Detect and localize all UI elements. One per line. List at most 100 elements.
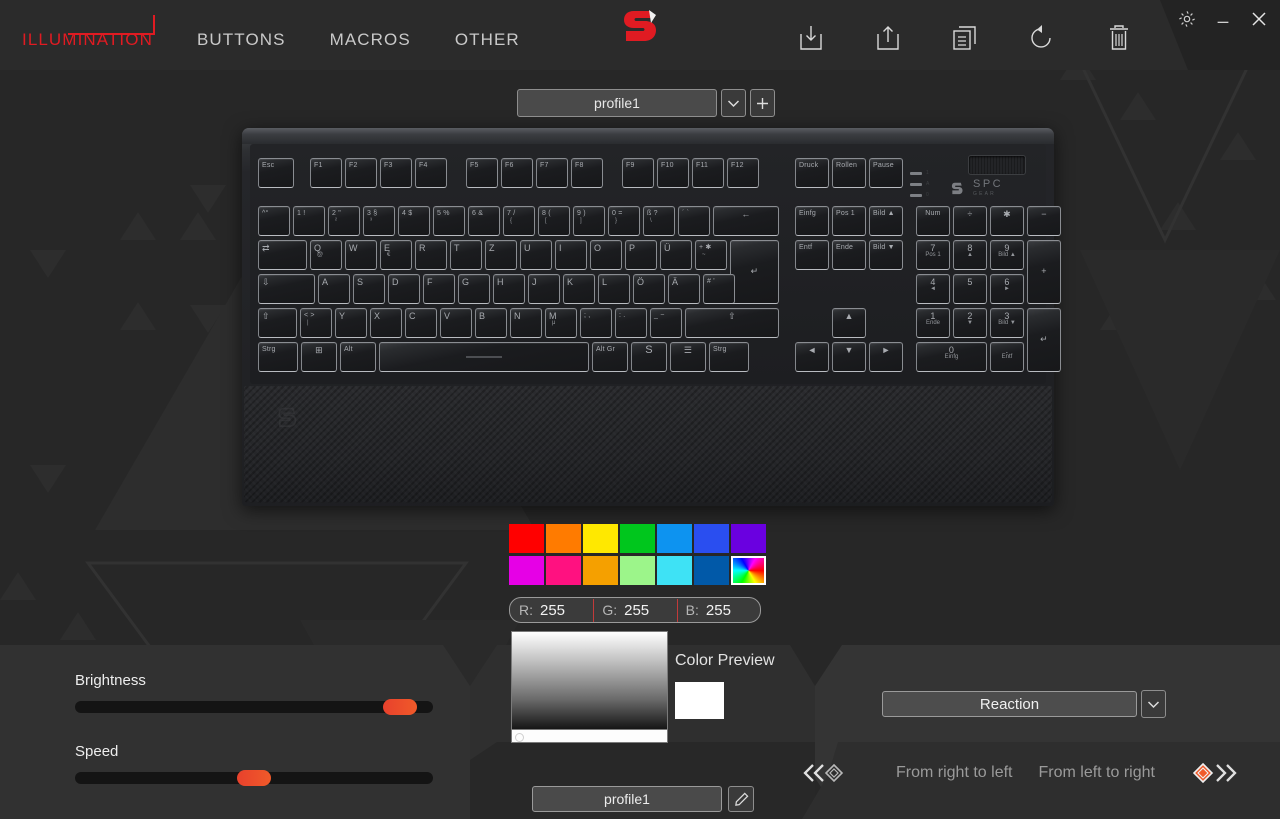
keycap[interactable]: F4 [415,158,447,188]
effect-name-display[interactable]: Reaction [882,691,1137,717]
keycap[interactable]: ⇩ [258,274,315,304]
keycap[interactable]: Ö [633,274,665,304]
keycap[interactable]: C [405,308,437,338]
keycap[interactable]: ✱ [990,206,1024,236]
keycap[interactable]: Ä [668,274,700,304]
keycap[interactable]: 7 Pos 1 [916,240,950,270]
keycap[interactable]: J [528,274,560,304]
color-swatch[interactable] [509,524,544,553]
rgb-blue-field[interactable]: B: 255 [676,598,760,622]
profile-dropdown-button[interactable] [721,89,746,117]
keycap[interactable]: T [450,240,482,270]
keycap[interactable]: Mμ [545,308,577,338]
keycap[interactable]: K [563,274,595,304]
keycap[interactable]: ▼ [832,342,866,372]
keycap[interactable]: 8 ▲ [953,240,987,270]
keycap[interactable]: F12 [727,158,759,188]
keycap[interactable]: Pause [869,158,903,188]
keycap[interactable]: ↵ [730,240,779,304]
keycap[interactable]: < > | [300,308,332,338]
color-swatch[interactable] [546,524,581,553]
export-icon[interactable] [867,18,909,58]
keycap[interactable]: Bild ▲ [869,206,903,236]
keycap[interactable]: ÷ [953,206,987,236]
delete-icon[interactable] [1098,18,1140,58]
keycap[interactable]: F5 [466,158,498,188]
keycap[interactable]: + ✱ ~ [695,240,727,270]
keycap[interactable]: ⇄ [258,240,307,270]
keycap[interactable]: 6 ► [990,274,1024,304]
keycap[interactable]: G [458,274,490,304]
profile-add-button[interactable] [750,89,775,117]
tab-illumination[interactable]: ILLUMINATION [22,15,155,54]
keycap[interactable]: F6 [501,158,533,188]
keycap[interactable]: Ü [660,240,692,270]
keycap[interactable]: N [510,308,542,338]
keycap[interactable]: Y [335,308,367,338]
keycap[interactable]: 3 Bild ▼ [990,308,1024,338]
direction-left-button[interactable] [800,760,844,786]
tab-macros[interactable]: MACROS [330,30,411,54]
keycap[interactable]: V [440,308,472,338]
keycap[interactable]: ^° [258,206,290,236]
keycap[interactable]: Q @ [310,240,342,270]
keyboard-preview[interactable]: 1 A 0 SPC GEAR Esc F1 F2 F3 F4 F5 F6 F7 F8 F9 F10 F… [242,128,1061,506]
keycap[interactable]: P [625,240,657,270]
keycap[interactable]: Alt [340,342,376,372]
pencil-edit-icon[interactable] [728,786,754,812]
keycap[interactable]: Strg [709,342,749,372]
brightness-slider-thumb[interactable] [383,699,417,715]
keycap[interactable]: S [353,274,385,304]
brightness-slider[interactable] [75,699,433,715]
keycap[interactable]: : . [615,308,647,338]
keycap[interactable]: 9 )] [573,206,605,236]
keycap[interactable]: ► [869,342,903,372]
keycap[interactable]: ☰ [670,342,706,372]
color-swatch[interactable] [509,556,544,585]
volume-roller[interactable] [968,155,1026,175]
keycap[interactable]: ; , [580,308,612,338]
speed-slider-thumb[interactable] [237,770,271,786]
keycap[interactable]: F2 [345,158,377,188]
keycap[interactable]: F7 [536,158,568,188]
keycap[interactable]: ⇧ [685,308,779,338]
rgb-green-field[interactable]: G: 255 [593,598,676,622]
keycap[interactable]: D [388,274,420,304]
keycap[interactable]: F8 [571,158,603,188]
settings-gear-icon[interactable] [1176,8,1198,30]
keycap[interactable]: 1 ! [293,206,325,236]
keycap[interactable]: 1 Ende [916,308,950,338]
keycap[interactable]: F11 [692,158,724,188]
profile-name-input-bottom[interactable]: profile1 [532,786,722,812]
keycap[interactable]: ⇧ [258,308,297,338]
keycap[interactable]: ← [713,206,779,236]
color-swatch[interactable] [583,556,618,585]
keycap[interactable]: 9 Bild ▲ [990,240,1024,270]
keycap[interactable]: F9 [622,158,654,188]
keycap[interactable]: − [1027,206,1061,236]
tab-buttons[interactable]: BUTTONS [197,30,286,54]
keycap[interactable]: R [415,240,447,270]
color-swatch[interactable] [694,524,729,553]
keycap[interactable]: L [598,274,630,304]
keycap[interactable]: Pos 1 [832,206,866,236]
keycap[interactable]: F10 [657,158,689,188]
color-swatch[interactable] [657,524,692,553]
keycap[interactable]: Z [485,240,517,270]
keycap[interactable]: Esc [258,158,294,188]
keycap[interactable]: ⊞ [301,342,337,372]
keycap[interactable]: F1 [310,158,342,188]
keycap[interactable]: _ − [650,308,682,338]
keycap[interactable]: ´ ` [678,206,710,236]
import-icon[interactable] [790,18,832,58]
keycap[interactable]: 0 =} [608,206,640,236]
direction-right-to-left-label[interactable]: From right to left [896,764,1012,782]
keycap[interactable]: O [590,240,622,270]
profile-name-input-top[interactable]: profile1 [517,89,717,117]
minimize-icon[interactable] [1212,8,1234,30]
speed-slider[interactable] [75,770,433,786]
keycap[interactable]: 4 ◄ [916,274,950,304]
keycap[interactable]: 3 § ³ [363,206,395,236]
copy-icon[interactable] [944,18,986,58]
keycap[interactable]: Ende [832,240,866,270]
